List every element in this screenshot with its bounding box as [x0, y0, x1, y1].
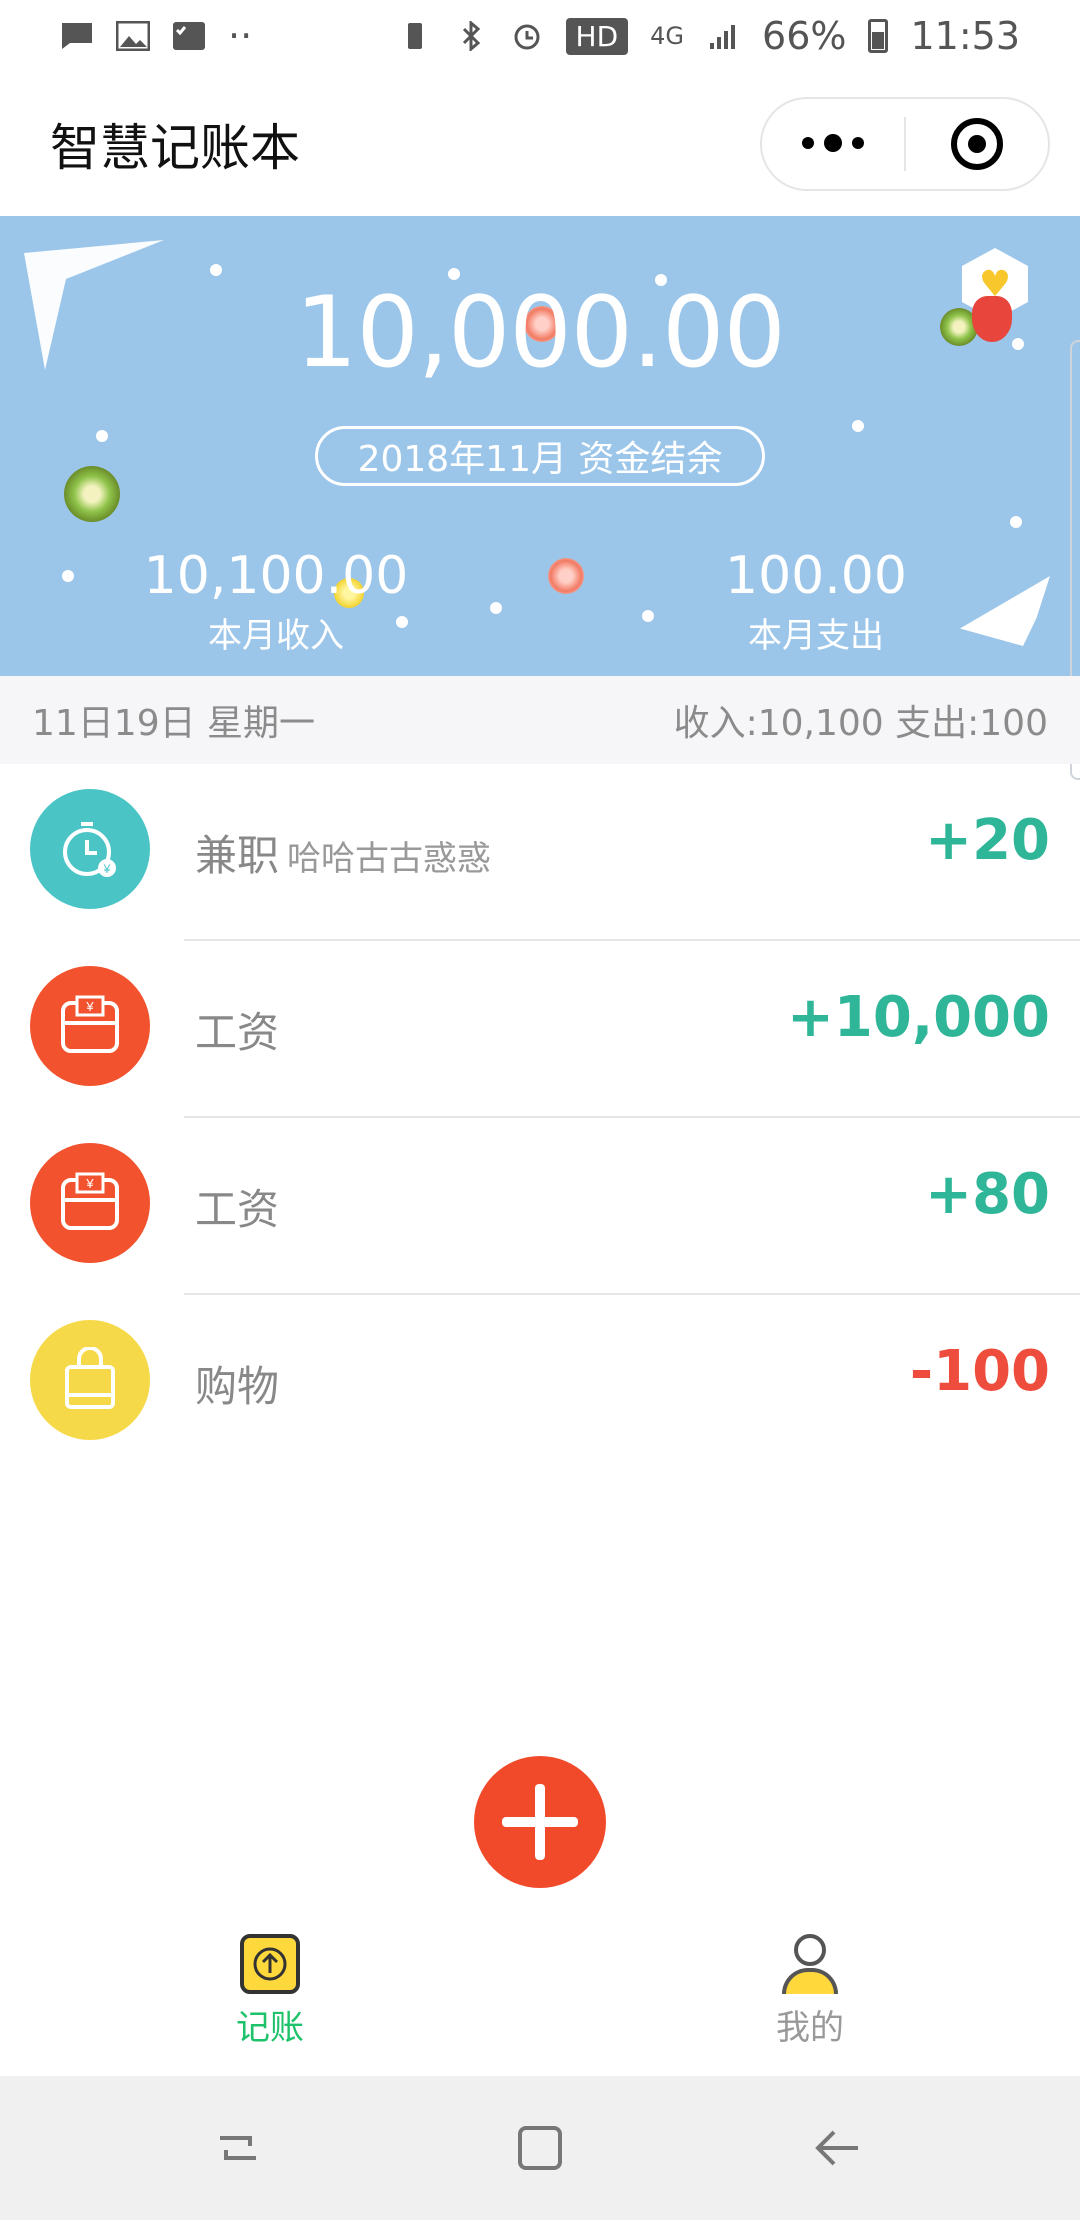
- tab-label: 我的: [776, 2008, 844, 2048]
- record-category-label: 购物: [195, 1362, 280, 1411]
- tab-profile[interactable]: 我的: [710, 1934, 910, 2049]
- grapefruit-decor-icon: [548, 558, 584, 594]
- balance-amount: 10,000.00: [295, 276, 786, 390]
- record-note: 哈哈古古惑惑: [287, 839, 492, 879]
- decor-dot: [642, 610, 654, 622]
- record-amount: +80: [925, 1162, 1050, 1227]
- status-bar: ·· HD 4G 66% 11:53: [0, 0, 1080, 72]
- summary-banner: ♥ 10,000.00 2018年11月 资金结余 10,100.00 本月收入…: [0, 216, 1080, 676]
- record-category-label: 兼职: [195, 831, 280, 880]
- image-icon: [116, 21, 150, 51]
- expense-label: 本月支出: [748, 616, 884, 656]
- income-label: 本月收入: [208, 616, 344, 656]
- decor-dot: [1010, 516, 1022, 528]
- battery-percent: 66%: [762, 14, 847, 58]
- tab-bookkeeping[interactable]: 记账: [170, 1934, 370, 2049]
- record-category-label: 工资: [195, 1185, 280, 1234]
- decor-dot: [62, 570, 74, 582]
- record-category: 工资: [195, 999, 279, 1060]
- message-icon: [62, 23, 92, 49]
- decor-dot: [210, 264, 222, 276]
- alarm-icon: [514, 24, 540, 50]
- title-bar: 智慧记账本: [0, 72, 1080, 216]
- svg-text:¥: ¥: [103, 862, 111, 876]
- salary-wallet-icon: ¥: [30, 1143, 150, 1263]
- shopping-bag-icon: [30, 1320, 150, 1440]
- record-category: 兼职 哈哈古古惑惑: [195, 822, 491, 883]
- income-value: 10,100.00: [143, 546, 409, 606]
- network-type: 4G: [650, 22, 685, 50]
- svg-text:¥: ¥: [85, 999, 94, 1014]
- tab-bar: 记账 我的: [0, 1926, 1080, 2076]
- day-date: 11日19日 星期一: [32, 703, 316, 744]
- record-row[interactable]: ¥ 工资 +10,000: [0, 941, 1080, 1118]
- signal-icon: [710, 25, 736, 49]
- day-totals: 收入:10,100 支出:100: [673, 703, 1048, 744]
- add-record-button[interactable]: [474, 1756, 606, 1888]
- target-icon: [951, 118, 1003, 170]
- status-right: HD 4G 66% 11:53: [398, 14, 1020, 58]
- day-header: 11日19日 星期一 收入:10,100 支出:100: [0, 676, 1080, 764]
- battery-saver-icon: [407, 23, 422, 49]
- decor-dot: [852, 420, 864, 432]
- miniprogram-capsule: [760, 97, 1050, 191]
- record-category: 工资: [195, 1176, 279, 1237]
- system-nav-bar: [0, 2076, 1080, 2220]
- battery-icon: [868, 19, 889, 53]
- more-options-icon[interactable]: [762, 133, 904, 152]
- app-title: 智慧记账本: [50, 119, 300, 177]
- salary-wallet-icon: ¥: [30, 966, 150, 1086]
- decor-dot: [490, 602, 502, 614]
- record-category-label: 工资: [195, 1008, 280, 1057]
- recent-apps-icon[interactable]: [210, 2120, 266, 2176]
- record-amount: +10,000: [786, 985, 1050, 1050]
- back-icon[interactable]: [810, 2120, 866, 2176]
- more-notifications-icon: ··: [228, 14, 253, 58]
- expense-value: 100.00: [725, 546, 907, 606]
- kiwi-decor-icon: [64, 466, 120, 522]
- checklist-icon: [173, 22, 205, 50]
- period-selector[interactable]: 2018年11月 资金结余: [315, 426, 765, 486]
- bluetooth-icon: [462, 21, 480, 51]
- home-icon[interactable]: [512, 2120, 568, 2176]
- record-row[interactable]: ¥ 兼职 哈哈古古惑惑 +20: [0, 764, 1080, 941]
- status-left: ··: [60, 14, 252, 58]
- tab-label: 记账: [236, 2008, 304, 2048]
- decor-dot: [96, 430, 108, 442]
- income-stat: 10,100.00 本月收入: [116, 546, 436, 657]
- record-row[interactable]: 购物 -100: [0, 1295, 1080, 1472]
- hd-badge: HD: [565, 17, 629, 55]
- close-miniprogram-button[interactable]: [906, 118, 1048, 170]
- record-row[interactable]: ¥ 工资 +80: [0, 1118, 1080, 1295]
- record-amount: -100: [909, 1339, 1050, 1404]
- svg-text:¥: ¥: [85, 1176, 94, 1191]
- part-time-clock-icon: ¥: [30, 789, 150, 909]
- expense-stat: 100.00 本月支出: [656, 546, 976, 657]
- record-amount: +20: [925, 808, 1050, 873]
- clock-time: 11:53: [910, 14, 1020, 58]
- profile-icon: [780, 1934, 840, 1994]
- bookkeeping-icon: [240, 1934, 300, 1994]
- record-list: ¥ 兼职哈哈古古惑惑 +20 ¥ 工资 +10,000 ¥ 工资 +80 购物: [0, 764, 1080, 1472]
- record-category: 购物: [195, 1353, 279, 1414]
